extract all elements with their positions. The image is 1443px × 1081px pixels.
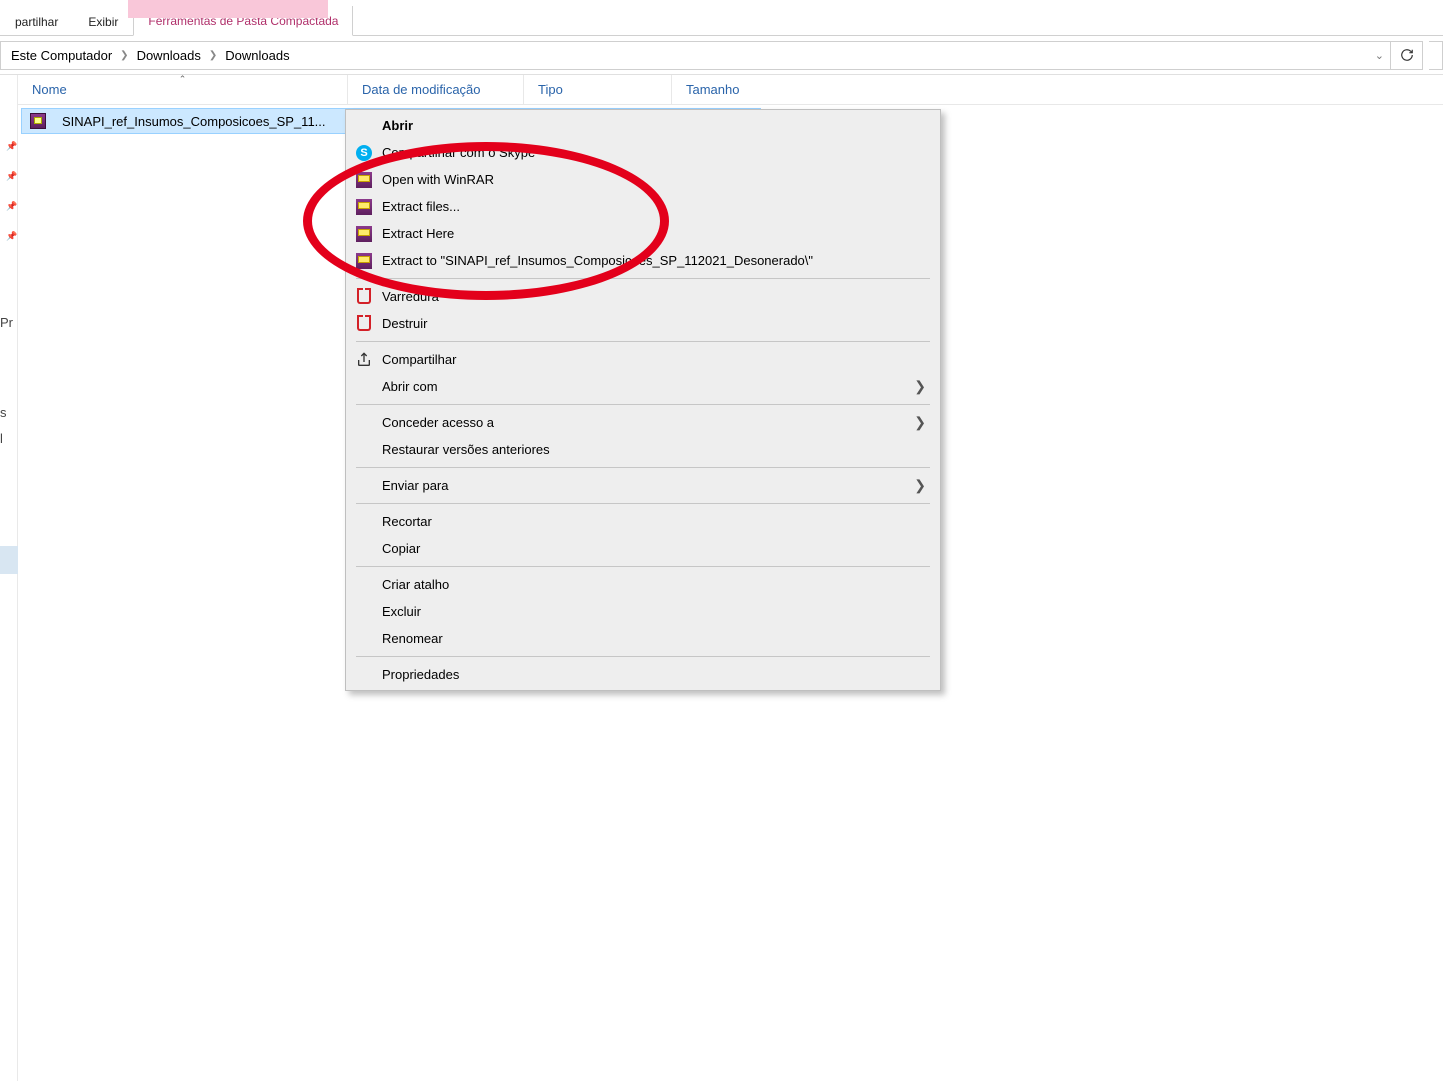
crumb-downloads-1[interactable]: Downloads [131,44,207,67]
chevron-right-icon: ❯ [914,477,928,494]
chevron-right-icon[interactable]: ❯ [118,50,130,61]
pin-icon: 📌 [6,141,17,152]
winrar-icon [356,199,372,215]
chevron-right-icon: ❯ [914,414,928,431]
column-header-size[interactable]: Tamanho [672,75,772,104]
tab-partilhar[interactable]: partilhar [0,6,73,36]
ctx-restaurar[interactable]: • Restaurar versões anteriores [346,436,940,463]
refresh-button[interactable] [1391,41,1423,70]
ctx-destruir[interactable]: Destruir [346,310,940,337]
menu-separator [356,656,930,657]
ctx-recortar-label: Recortar [382,514,928,529]
ctx-recortar[interactable]: • Recortar [346,508,940,535]
ctx-skype[interactable]: S Compartilhar com o Skype [346,139,940,166]
ctx-renomear[interactable]: • Renomear [346,625,940,652]
ctx-conceder-label: Conceder acesso a [382,415,904,430]
skype-icon: S [356,145,372,161]
ctx-abrir[interactable]: • Abrir [346,112,940,139]
ctx-skype-label: Compartilhar com o Skype [382,145,928,160]
pin-icon: 📌 [6,201,17,212]
menu-separator [356,467,930,468]
menu-separator [356,278,930,279]
nav-fragment: l [0,431,3,446]
ctx-restaurar-label: Restaurar versões anteriores [382,442,928,457]
column-header-name[interactable]: Nome ⌃ [18,75,348,104]
ctx-extract-to-label: Extract to "SINAPI_ref_Insumos_Composico… [382,253,928,268]
crumb-este-computador[interactable]: Este Computador [5,44,118,67]
menu-separator [356,503,930,504]
ctx-compartilhar[interactable]: Compartilhar [346,346,940,373]
navigation-pane[interactable]: 📌 📌 📌 📌 Pr s l [0,75,18,1081]
column-header-name-label: Nome [32,82,67,97]
chevron-down-icon[interactable]: ⌄ [1373,49,1386,62]
pin-icon: 📌 [6,171,17,182]
ctx-copiar[interactable]: • Copiar [346,535,940,562]
ctx-destruir-label: Destruir [382,316,928,331]
menu-separator [356,404,930,405]
nav-fragment: s [0,405,7,420]
mcafee-icon [356,289,372,305]
mcafee-icon [356,316,372,332]
winrar-icon [356,226,372,242]
ctx-criar-atalho[interactable]: • Criar atalho [346,571,940,598]
context-menu: • Abrir S Compartilhar com o Skype Open … [345,109,941,691]
address-bar-row: Este Computador ❯ Downloads ❯ Downloads … [0,36,1443,75]
column-header-date[interactable]: Data de modificação [348,75,524,104]
column-header-type[interactable]: Tipo [524,75,672,104]
breadcrumb[interactable]: Este Computador ❯ Downloads ❯ Downloads … [0,41,1391,70]
menu-separator [356,566,930,567]
crumb-downloads-2[interactable]: Downloads [219,44,295,67]
menu-separator [356,341,930,342]
ctx-abrir-com-label: Abrir com [382,379,904,394]
chevron-right-icon[interactable]: ❯ [207,50,219,61]
archive-file-icon [30,113,46,129]
chevron-right-icon: ❯ [914,378,928,395]
column-header-row: Nome ⌃ Data de modificação Tipo Tamanho [18,75,1443,105]
ctx-extract-to[interactable]: Extract to "SINAPI_ref_Insumos_Composico… [346,247,940,274]
ctx-excluir-label: Excluir [382,604,928,619]
file-name: SINAPI_ref_Insumos_Composicoes_SP_11... [52,114,336,129]
ctx-extract-here[interactable]: Extract Here [346,220,940,247]
ctx-enviar-para[interactable]: • Enviar para ❯ [346,472,940,499]
contextual-group-label [128,0,328,18]
share-icon [356,352,372,368]
ctx-conceder-acesso[interactable]: • Conceder acesso a ❯ [346,409,940,436]
ctx-propriedades-label: Propriedades [382,667,928,682]
winrar-icon [356,253,372,269]
ctx-excluir[interactable]: • Excluir [346,598,940,625]
pin-icon: 📌 [6,231,17,242]
winrar-icon [356,172,372,188]
ctx-renomear-label: Renomear [382,631,928,646]
nav-fragment: Pr [0,315,13,330]
ctx-varredura[interactable]: Varredura [346,283,940,310]
ctx-extract-here-label: Extract Here [382,226,928,241]
file-list: Nome ⌃ Data de modificação Tipo Tamanho … [18,75,1443,1081]
search-box[interactable] [1429,41,1443,70]
ctx-varredura-label: Varredura [382,289,928,304]
ctx-enviar-label: Enviar para [382,478,904,493]
sort-asc-icon: ⌃ [179,74,187,85]
ctx-abrir-label: Abrir [382,118,928,133]
ctx-extract-files-label: Extract files... [382,199,928,214]
ctx-open-winrar[interactable]: Open with WinRAR [346,166,940,193]
ctx-copiar-label: Copiar [382,541,928,556]
ctx-atalho-label: Criar atalho [382,577,928,592]
ctx-propriedades[interactable]: • Propriedades [346,661,940,688]
ribbon-tabs: partilhar Exibir Ferramentas de Pasta Co… [0,0,1443,36]
ctx-extract-files[interactable]: Extract files... [346,193,940,220]
tab-exibir[interactable]: Exibir [73,6,133,36]
ctx-abrir-com[interactable]: • Abrir com ❯ [346,373,940,400]
nav-selected-item[interactable] [0,546,18,574]
ctx-open-winrar-label: Open with WinRAR [382,172,928,187]
ctx-compartilhar-label: Compartilhar [382,352,928,367]
